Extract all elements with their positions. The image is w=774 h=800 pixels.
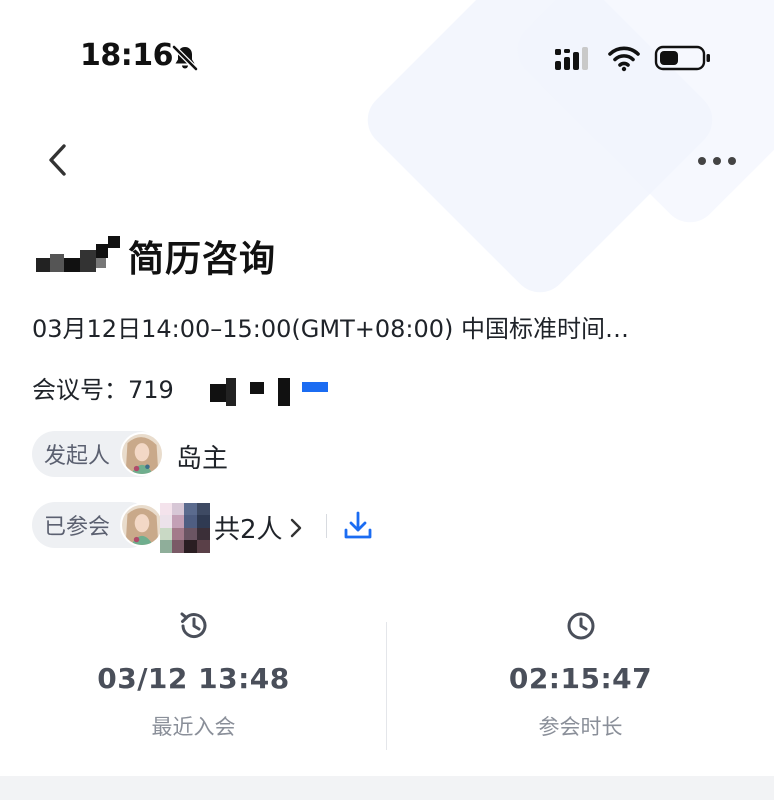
back-button[interactable] [38,138,78,182]
organizer-label: 发起人 [44,444,111,469]
redacted-mosaic [36,236,122,276]
meeting-detail-page: 18:16 简历咨询 03月12日14:00–15:00(GMT+08:00) … [0,0,774,800]
more-button[interactable] [692,148,742,174]
meeting-title-row: 简历咨询 [36,228,276,284]
stat-last-join: 03/12 13:48 最近入会 [0,608,387,741]
clock-icon [567,612,594,640]
duration-value: 02:15:47 [508,662,653,695]
divider [326,514,327,538]
participants-count: 共2人 [214,515,283,545]
meeting-title: 简历咨询 [128,239,277,280]
bottom-separator [0,776,774,800]
chevron-right-icon [290,518,301,537]
organizer-avatar[interactable] [120,432,164,476]
organizer-name: 岛主 [176,444,229,474]
download-button[interactable] [340,508,376,544]
history-icon [180,612,206,639]
status-time: 18:16 [80,38,174,73]
last-join-value: 03/12 13:48 [97,662,290,695]
stat-duration: 02:15:47 参会时长 [387,608,774,741]
wifi-icon [608,46,640,72]
meeting-id: 会议号：719 [32,376,174,404]
participants-count-link[interactable]: 共2人 [214,509,305,546]
bell-muted-icon [171,44,199,72]
signal-icon [555,47,588,70]
download-icon [344,511,372,539]
more-horizontal-icon [698,157,736,165]
participants-label: 已参会 [44,515,111,540]
redacted-mosaic [210,378,340,408]
battery-icon [654,45,710,71]
participant-avatar-redacted[interactable] [160,503,210,553]
chevron-left-icon [49,144,66,176]
meeting-time-range: 03月12日14:00–15:00(GMT+08:00) 中国标准时间… [32,315,629,343]
participant-avatar[interactable] [120,503,164,547]
duration-label: 参会时长 [538,715,623,739]
last-join-label: 最近入会 [151,715,236,739]
